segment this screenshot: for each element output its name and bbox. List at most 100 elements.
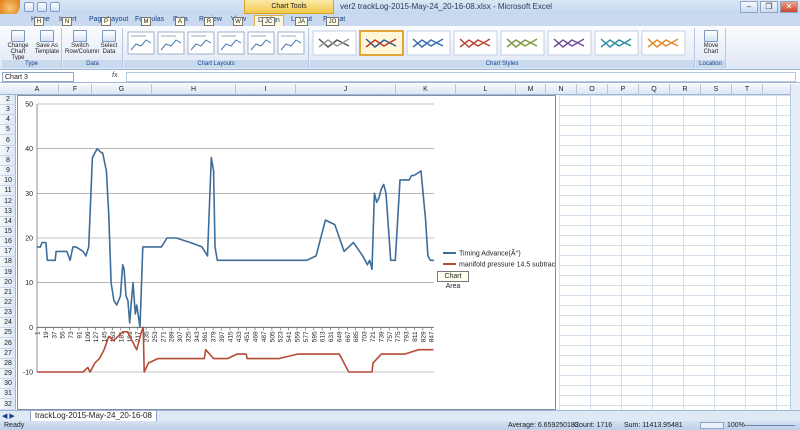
row-header-10[interactable]: 10 xyxy=(0,176,16,187)
row-header-7[interactable]: 7 xyxy=(0,146,16,156)
chart-type-icon xyxy=(11,30,25,42)
column-header-l[interactable]: L xyxy=(456,84,516,95)
sheet-nav-icon[interactable]: ◀ ▶ xyxy=(2,412,15,420)
redo-icon[interactable] xyxy=(50,2,60,12)
close-icon[interactable]: ✕ xyxy=(780,1,798,13)
row-header-22[interactable]: 22 xyxy=(0,298,16,308)
move-chart-button[interactable]: Move Chart xyxy=(698,30,724,55)
row-header-12[interactable]: 12 xyxy=(0,197,16,207)
fx-icon[interactable]: fx xyxy=(112,72,117,79)
chart-style-option-8[interactable] xyxy=(641,30,686,56)
column-header-t[interactable]: T xyxy=(732,84,763,95)
row-header-27[interactable]: 27 xyxy=(0,349,16,359)
chart-area[interactable]: -10 0 10 20 30 40 50 1 19 37 55 73 91 109 127 145 163 181… xyxy=(17,95,565,410)
x-tick-label: 1 xyxy=(35,331,42,335)
row-header-3[interactable]: 3 xyxy=(0,105,16,116)
type-group: Change Chart Type Save As Template Type xyxy=(2,28,62,68)
column-header-k[interactable]: K xyxy=(396,84,456,95)
row-header-32[interactable]: 32 xyxy=(0,400,16,410)
chart-style-option-3[interactable] xyxy=(406,30,451,56)
chart-layout-option-2[interactable] xyxy=(157,31,185,55)
chart-layout-option-6[interactable] xyxy=(277,31,305,55)
line-chart[interactable]: -10010203040501 19 37 55 73 91 109 127 145 163 181… xyxy=(18,96,565,409)
chart-layout-option-3[interactable] xyxy=(187,31,215,55)
y-tick-label: 0 xyxy=(29,325,33,332)
row-header-30[interactable]: 30 xyxy=(0,379,16,390)
chart-style-option-7[interactable] xyxy=(594,30,639,56)
formula-input[interactable] xyxy=(126,72,796,82)
chart-style-option-6[interactable] xyxy=(547,30,592,56)
column-header-f[interactable]: F xyxy=(59,84,92,95)
row-header-4[interactable]: 4 xyxy=(0,115,16,126)
row-header-31[interactable]: 31 xyxy=(0,389,16,400)
chart-style-option-2[interactable] xyxy=(359,30,404,56)
sheet-tab-bar: ◀ ▶ trackLog-2015-May-24_20-16-08 xyxy=(0,410,800,422)
save-as-template-button[interactable]: Save As Template xyxy=(33,30,61,55)
column-header-m[interactable]: M xyxy=(516,84,546,95)
vertical-scrollbar[interactable] xyxy=(790,84,800,410)
row-header-26[interactable]: 26 xyxy=(0,339,16,349)
column-header-i[interactable]: I xyxy=(236,84,296,95)
x-tick-label: 523 xyxy=(278,331,285,342)
x-tick-label: 73 xyxy=(68,331,75,339)
restore-icon[interactable]: ❐ xyxy=(760,1,778,13)
chart-layout-option-1[interactable] xyxy=(127,31,155,55)
x-tick-label: 343 xyxy=(194,331,201,342)
row-header-16[interactable]: 16 xyxy=(0,237,16,248)
row-header-17[interactable]: 17 xyxy=(0,247,16,258)
status-sum: Sum: 11413.95481 xyxy=(624,422,683,429)
worksheet-grid[interactable] xyxy=(559,95,790,410)
row-header-13[interactable]: 13 xyxy=(0,207,16,217)
row-header-20[interactable]: 20 xyxy=(0,278,16,288)
chart-area-tooltip: Chart Area xyxy=(437,271,469,290)
switch-icon xyxy=(73,30,87,42)
select-data-button[interactable]: Select Data xyxy=(97,30,121,55)
row-header-15[interactable]: 15 xyxy=(0,227,16,237)
chart-layout-option-5[interactable] xyxy=(247,31,275,55)
row-header-6[interactable]: 6 xyxy=(0,136,16,146)
row-header-2[interactable]: 2 xyxy=(0,95,16,105)
row-header-19[interactable]: 19 xyxy=(0,268,16,278)
row-header-11[interactable]: 11 xyxy=(0,186,16,197)
row-header-8[interactable]: 8 xyxy=(0,156,16,166)
row-header-29[interactable]: 29 xyxy=(0,369,16,380)
column-header-o[interactable]: O xyxy=(577,84,608,95)
row-header-25[interactable]: 25 xyxy=(0,328,16,339)
save-icon[interactable] xyxy=(24,2,34,12)
x-tick-label: 253 xyxy=(152,331,159,342)
change-chart-type-button[interactable]: Change Chart Type xyxy=(4,30,32,61)
column-header-n[interactable]: N xyxy=(546,84,577,95)
chart-layout-option-4[interactable] xyxy=(217,31,245,55)
zoom-level[interactable]: 100% xyxy=(727,421,745,430)
window-title: ver2 trackLog-2015-May-24_20-16-08.xlsx … xyxy=(340,2,553,11)
row-header-21[interactable]: 21 xyxy=(0,288,16,298)
undo-icon[interactable] xyxy=(37,2,47,12)
column-header-r[interactable]: R xyxy=(670,84,701,95)
row-header-23[interactable]: 23 xyxy=(0,308,16,319)
x-tick-label: 487 xyxy=(261,331,268,342)
x-tick-label: 829 xyxy=(420,331,427,342)
column-header-q[interactable]: Q xyxy=(639,84,670,95)
chart-style-option-1[interactable] xyxy=(312,30,357,56)
column-header-s[interactable]: S xyxy=(701,84,732,95)
y-tick-label: 40 xyxy=(25,146,33,153)
column-header-p[interactable]: P xyxy=(608,84,639,95)
row-header-24[interactable]: 24 xyxy=(0,318,16,329)
view-buttons[interactable] xyxy=(700,422,724,429)
row-header-18[interactable]: 18 xyxy=(0,257,16,268)
chart-style-option-4[interactable] xyxy=(453,30,498,56)
row-header-9[interactable]: 9 xyxy=(0,166,16,177)
switch-row-column-button[interactable]: Switch Row/Column xyxy=(65,30,99,55)
chart-style-option-5[interactable] xyxy=(500,30,545,56)
row-header-28[interactable]: 28 xyxy=(0,359,16,369)
column-header-j[interactable]: J xyxy=(296,84,396,95)
name-box[interactable]: Chart 3 xyxy=(2,72,74,82)
column-header-g[interactable]: G xyxy=(92,84,152,95)
row-header-5[interactable]: 5 xyxy=(0,125,16,136)
zoom-slider[interactable] xyxy=(745,425,795,426)
row-header-14[interactable]: 14 xyxy=(0,217,16,227)
minimize-icon[interactable]: – xyxy=(740,1,758,13)
column-header-a[interactable]: A xyxy=(16,84,59,95)
column-header-h[interactable]: H xyxy=(152,84,236,95)
chart-legend[interactable]: Timing Advance(Â°) manifold pressure 14.5… xyxy=(443,249,565,269)
